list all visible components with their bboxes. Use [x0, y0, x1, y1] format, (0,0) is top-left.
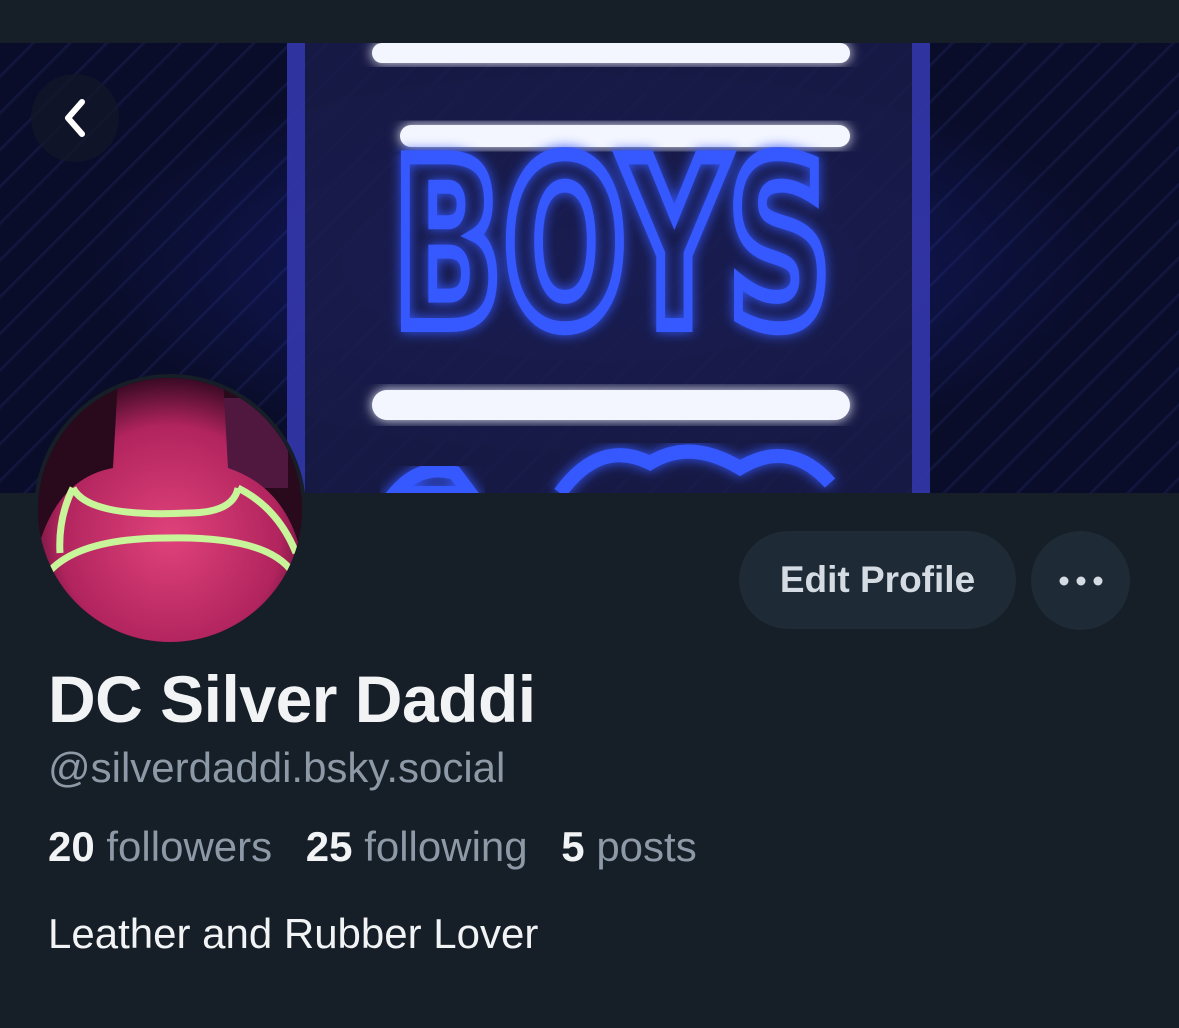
avatar-image — [38, 378, 302, 642]
back-button[interactable] — [31, 74, 119, 162]
status-bar-area — [0, 0, 1179, 43]
avatar[interactable] — [34, 374, 306, 646]
more-options-button[interactable] — [1031, 531, 1130, 630]
profile-handle: @silverdaddi.bsky.social — [48, 744, 506, 791]
followers-count: 20 — [48, 823, 95, 870]
profile-stats: 20 followers 25 following 5 posts — [48, 823, 719, 871]
following-link[interactable]: 25 following — [306, 823, 528, 870]
ellipsis-icon — [1059, 576, 1102, 585]
edit-profile-button[interactable]: Edit Profile — [739, 531, 1016, 629]
posts-stat: 5 posts — [561, 823, 696, 870]
banner-sign-text: BOYS — [392, 113, 832, 380]
chevron-left-icon — [65, 99, 85, 137]
posts-count: 5 — [561, 823, 585, 870]
followers-link[interactable]: 20 followers — [48, 823, 272, 870]
following-label: following — [364, 823, 528, 870]
posts-label: posts — [596, 823, 697, 870]
profile-bio: Leather and Rubber Lover — [48, 910, 539, 957]
following-count: 25 — [305, 823, 353, 870]
followers-label: followers — [106, 823, 273, 870]
display-name: DC Silver Daddi — [48, 662, 536, 736]
